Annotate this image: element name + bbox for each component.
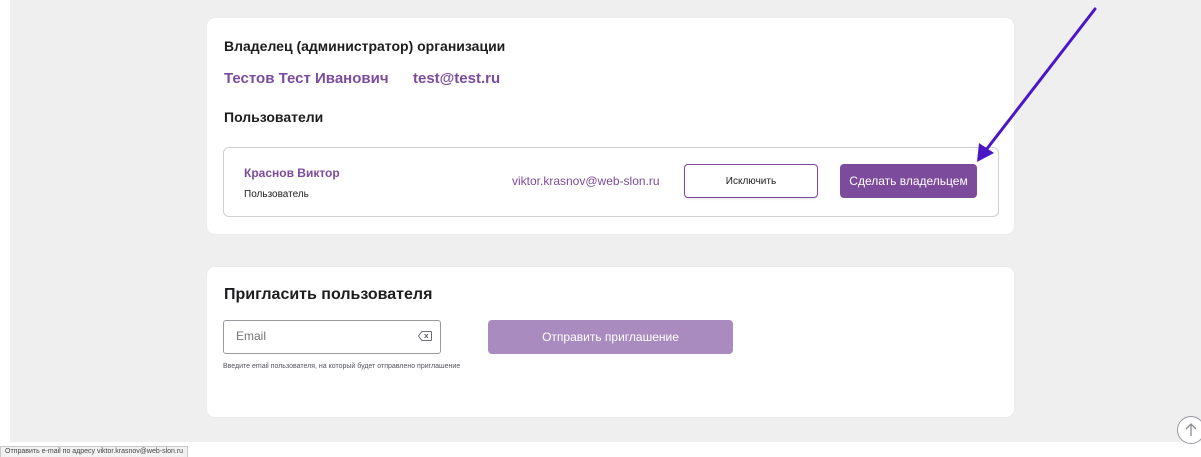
browser-status-bar: Отправить e-mail по адресу viktor.krasno…	[0, 446, 189, 457]
user-name: Краснов Виктор	[244, 166, 340, 180]
email-field	[223, 320, 441, 354]
user-row: Краснов Виктор Пользователь viktor.krasn…	[223, 147, 999, 217]
owner-name: Тестов Тест Иванович	[224, 70, 389, 87]
page-background: Владелец (администратор) организации Тес…	[10, 0, 1201, 444]
invite-user-card: Пригласить пользователя Введите email по…	[207, 267, 1014, 417]
users-section-heading: Пользователи	[224, 109, 324, 125]
email-input-hint: Введите email пользователя, на который б…	[223, 363, 461, 370]
exclude-user-button[interactable]: Исключить	[684, 164, 818, 198]
scroll-to-top-button[interactable]	[1177, 416, 1201, 444]
user-role: Пользователь	[244, 189, 309, 200]
backspace-clear-icon[interactable]	[418, 331, 432, 341]
email-input[interactable]	[236, 321, 416, 351]
make-owner-button[interactable]: Сделать владельцем	[840, 164, 977, 198]
organization-owner-card: Владелец (администратор) организации Тес…	[207, 18, 1014, 234]
user-email-link[interactable]: viktor.krasnov@web-slon.ru	[512, 174, 660, 188]
owner-section-heading: Владелец (администратор) организации	[224, 38, 506, 54]
invite-section-heading: Пригласить пользователя	[224, 286, 433, 303]
arrow-up-circle-icon	[1185, 423, 1197, 436]
owner-email: test@test.ru	[413, 70, 501, 87]
send-invite-button[interactable]: Отправить приглашение	[488, 320, 733, 354]
